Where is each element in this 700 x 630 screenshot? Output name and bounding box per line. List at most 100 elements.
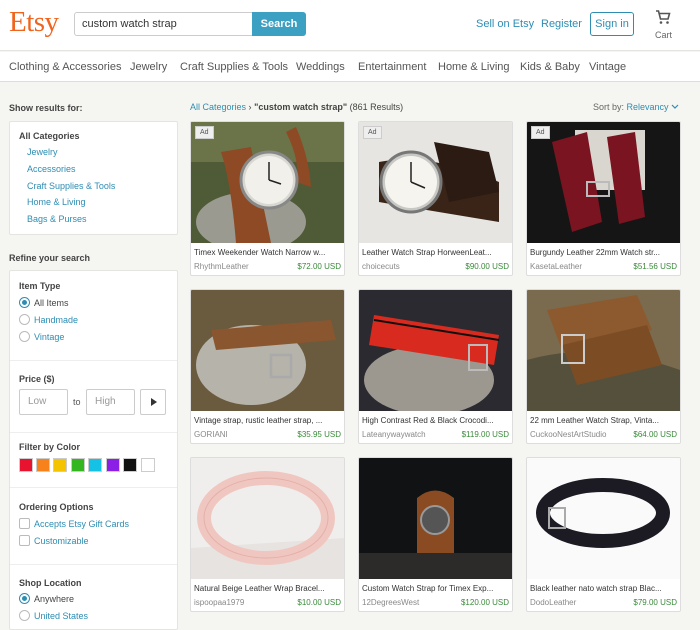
listing-title[interactable]: Black leather nato watch strap Blac... [530,584,678,593]
listing-price: $10.00 USD [297,598,341,607]
listing-title[interactable]: 22 mm Leather Watch Strap, Vinta... [530,416,678,425]
listing-card[interactable]: Vintage strap, rustic leather strap, ...… [190,289,345,444]
cart-label[interactable]: Cart [655,30,672,40]
listing-price: $51.56 USD [633,262,677,271]
listing-shop[interactable]: KasetaLeather [530,262,582,271]
sort-control[interactable]: Sort by: Relevancy [593,102,679,112]
listing-card[interactable]: Ad Timex Weekender Watch Narrow w... Rhy… [190,121,345,276]
color-swatch-orange[interactable] [36,458,50,472]
listing-image[interactable] [191,122,344,243]
listing-price: $35.95 USD [297,430,341,439]
cart-icon[interactable] [655,9,671,25]
color-swatch-yellow[interactable] [53,458,67,472]
listing-shop[interactable]: Lateanywaywatch [362,430,426,439]
chevron-down-icon [671,104,679,109]
listing-title[interactable]: Leather Watch Strap HorweenLeat... [362,248,510,257]
category-filter-box: All Categories Jewelry Accessories Craft… [9,121,178,235]
listing-card[interactable]: Ad Burgundy Leather 22mm Watch str... Ka… [526,121,681,276]
radio-all-items[interactable] [19,297,30,308]
price-low-input[interactable]: Low [19,389,68,415]
nav-vintage[interactable]: Vintage [589,61,626,73]
listing-title[interactable]: Burgundy Leather 22mm Watch str... [530,248,678,257]
listing-price: $90.00 USD [465,262,509,271]
category-link-accessories[interactable]: Accessories [27,164,76,174]
etsy-logo[interactable]: Etsy [9,6,59,39]
listing-image[interactable] [359,122,512,243]
listing-shop[interactable]: 12DegreesWest [362,598,419,607]
radio-vintage[interactable] [19,331,30,342]
listing-title[interactable]: Custom Watch Strap for Timex Exp... [362,584,510,593]
radio-label-anywhere[interactable]: Anywhere [34,594,74,604]
listing-image[interactable] [527,290,680,411]
category-link-jewelry[interactable]: Jewelry [27,147,58,157]
listing-card[interactable]: High Contrast Red & Black Crocodi... Lat… [358,289,513,444]
results-count: (861 Results) [349,102,404,112]
listing-title[interactable]: Vintage strap, rustic leather strap, ... [194,416,342,425]
color-swatch-purple[interactable] [106,458,120,472]
listing-shop[interactable]: RhythmLeather [194,262,249,271]
radio-handmade[interactable] [19,314,30,325]
listing-price: $120.00 USD [460,598,509,607]
color-swatch-red[interactable] [19,458,33,472]
listing-image[interactable] [359,290,512,411]
sell-on-etsy-link[interactable]: Sell on Etsy [476,18,534,30]
price-high-input[interactable]: High [86,389,135,415]
refine-search-heading: Refine your search [9,253,91,263]
radio-label-united-states[interactable]: United States [34,611,88,621]
listing-card[interactable]: Ad Leather Watch Strap HorweenLeat... ch… [358,121,513,276]
search-button[interactable]: Search [252,12,306,36]
category-link-home-living[interactable]: Home & Living [27,197,86,207]
show-results-heading: Show results for: [9,103,83,113]
nav-jewelry[interactable]: Jewelry [130,61,167,73]
play-icon [151,398,157,406]
checkbox-gift-cards[interactable] [19,518,30,529]
listing-shop[interactable]: choicecuts [362,262,400,271]
listing-shop[interactable]: GORIANI [194,430,228,439]
radio-label-all-items[interactable]: All Items [34,298,69,308]
listing-card[interactable]: Custom Watch Strap for Timex Exp... 12De… [358,457,513,612]
color-swatch-cyan[interactable] [88,458,102,472]
nav-kids-baby[interactable]: Kids & Baby [520,61,580,73]
radio-anywhere[interactable] [19,593,30,604]
nav-entertainment[interactable]: Entertainment [358,61,426,73]
breadcrumb-query: "custom watch strap" [254,102,348,112]
listing-image[interactable] [527,122,680,243]
listing-shop[interactable]: DodoLeather [530,598,576,607]
color-swatch-white[interactable] [141,458,155,472]
listing-card[interactable]: Natural Beige Leather Wrap Bracel... isp… [190,457,345,612]
listing-shop[interactable]: ispoopaa1979 [194,598,244,607]
checkbox-label-gift-cards[interactable]: Accepts Etsy Gift Cards [34,519,129,529]
listing-title[interactable]: Natural Beige Leather Wrap Bracel... [194,584,342,593]
listing-title[interactable]: Timex Weekender Watch Narrow w... [194,248,342,257]
all-categories-label[interactable]: All Categories [19,131,80,141]
category-link-craft-supplies[interactable]: Craft Supplies & Tools [27,181,115,191]
shop-location-title: Shop Location [19,578,82,588]
listing-image[interactable] [527,458,680,579]
radio-label-handmade[interactable]: Handmade [34,315,78,325]
listing-image[interactable] [191,458,344,579]
sort-value[interactable]: Relevancy [627,102,669,112]
listing-title[interactable]: High Contrast Red & Black Crocodi... [362,416,510,425]
radio-united-states[interactable] [19,610,30,621]
nav-home-living[interactable]: Home & Living [438,61,510,73]
listing-image[interactable] [359,458,512,579]
listing-shop[interactable]: CuckooNestArtStudio [530,430,606,439]
radio-label-vintage[interactable]: Vintage [34,332,64,342]
checkbox-customizable[interactable] [19,535,30,546]
category-link-bags-purses[interactable]: Bags & Purses [27,214,87,224]
listing-card[interactable]: 22 mm Leather Watch Strap, Vinta... Cuck… [526,289,681,444]
color-swatch-green[interactable] [71,458,85,472]
price-go-button[interactable] [140,389,166,415]
breadcrumb-all-categories[interactable]: All Categories [190,102,246,112]
listing-card[interactable]: Black leather nato watch strap Blac... D… [526,457,681,612]
divider [10,360,177,361]
checkbox-label-customizable[interactable]: Customizable [34,536,89,546]
nav-clothing-accessories[interactable]: Clothing & Accessories [9,61,122,73]
signin-button[interactable]: Sign in [590,12,634,36]
nav-craft-supplies-tools[interactable]: Craft Supplies & Tools [180,61,288,73]
search-input[interactable] [74,12,254,36]
nav-weddings[interactable]: Weddings [296,61,345,73]
register-link[interactable]: Register [541,18,582,30]
listing-image[interactable] [191,290,344,411]
color-swatch-black[interactable] [123,458,137,472]
